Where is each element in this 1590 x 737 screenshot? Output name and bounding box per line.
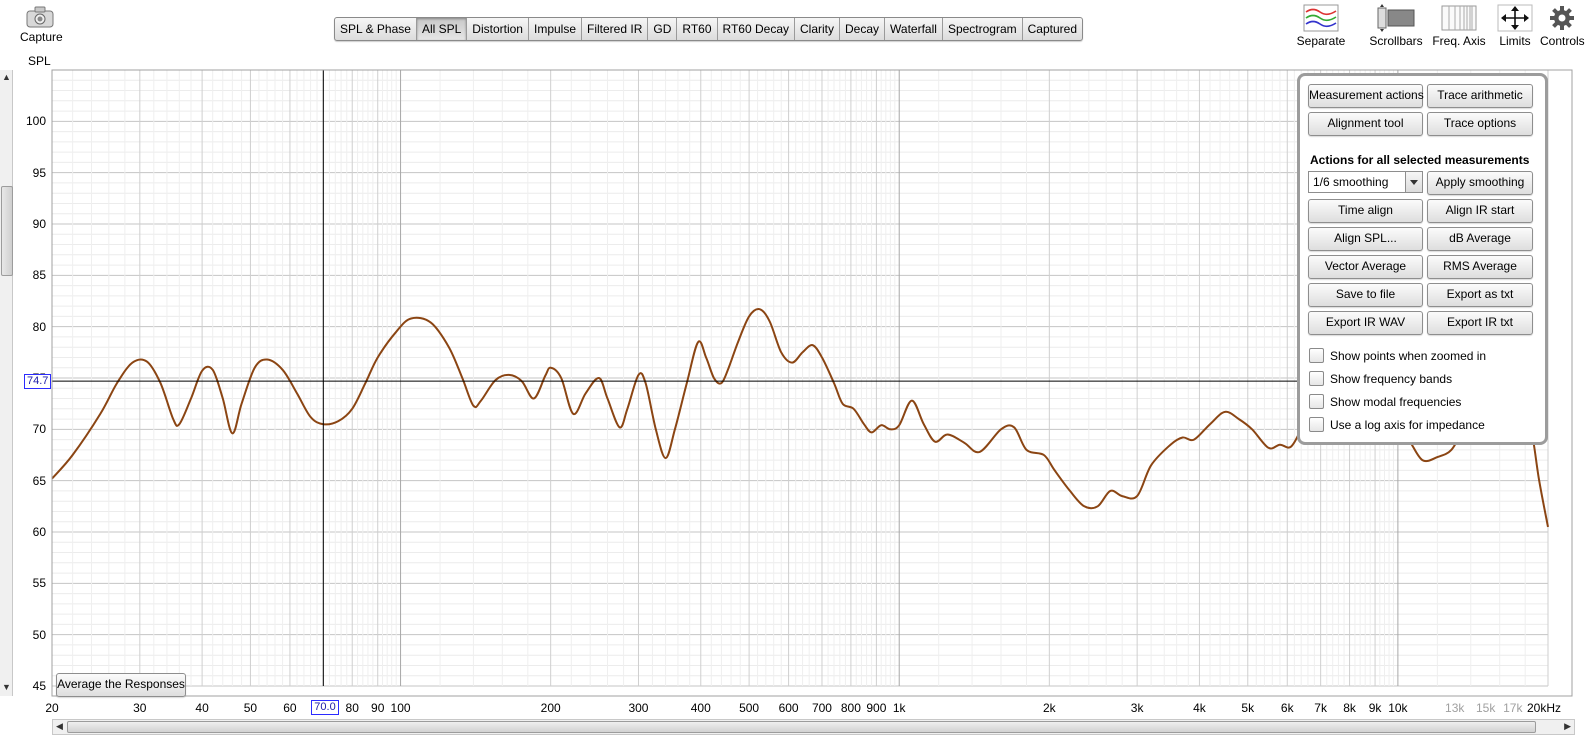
horizontal-scroll-thumb[interactable] (67, 721, 1536, 733)
time-align-button[interactable]: Time align (1308, 199, 1423, 223)
x-tick-label: 4k (1193, 701, 1206, 715)
y-tick-label: 80 (32, 319, 46, 334)
save-to-file-button[interactable]: Save to file (1308, 283, 1423, 307)
x-tick-label: 20 (45, 701, 59, 715)
x-tick-label: 400 (690, 701, 711, 715)
show-modal-frequencies-label: Show modal frequencies (1330, 395, 1462, 409)
show-frequency-bands-checkbox[interactable] (1309, 371, 1324, 386)
show-frequency-bands-label: Show frequency bands (1330, 372, 1453, 386)
log-axis-impedance-checkbox[interactable] (1309, 417, 1324, 432)
x-tick-label: 20kHz (1526, 701, 1562, 715)
horizontal-scrollbar[interactable]: ◀ ▶ (52, 719, 1575, 735)
show-modal-frequencies-checkbox[interactable] (1309, 394, 1324, 409)
y-tick-label: 55 (32, 576, 46, 591)
x-tick-label: 8k (1343, 701, 1356, 715)
x-tick-label: 1k (892, 701, 906, 715)
x-tick-label: 80 (345, 701, 359, 715)
x-tick-label: 3k (1130, 701, 1144, 715)
x-tick-label: 300 (628, 701, 649, 715)
x-tick-label: 6k (1280, 701, 1294, 715)
y-tick-label: 60 (32, 525, 46, 539)
selected-actions-title: Actions for all selected measurements (1310, 153, 1530, 167)
y-tick-label: 90 (32, 217, 46, 231)
x-tick-label: 60 (283, 701, 297, 715)
y-tick-label: 45 (32, 679, 46, 693)
x-tick-label: 9k (1368, 701, 1382, 715)
show-points-checkbox[interactable] (1309, 348, 1324, 363)
x-tick-label: 200 (540, 701, 561, 715)
measurement-actions-button[interactable]: Measurement actions (1308, 84, 1424, 108)
x-tick-label: 700 (811, 701, 832, 715)
export-as-txt-button[interactable]: Export as txt (1427, 283, 1533, 307)
x-tick-label: 10k (1388, 701, 1408, 715)
cursor-y-readout: 74.7 (24, 374, 52, 390)
x-tick-label: 5k (1241, 701, 1255, 715)
smoothing-select[interactable]: 1/6 smoothing (1308, 171, 1423, 193)
y-tick-label: 50 (32, 627, 46, 642)
x-tick-label: 17k (1503, 701, 1523, 715)
x-tick-label: 15k (1476, 701, 1496, 715)
align-ir-start-button[interactable]: Align IR start (1427, 199, 1533, 223)
x-tick-label: 600 (778, 701, 799, 715)
y-tick-label: 95 (32, 165, 46, 180)
alignment-tool-button[interactable]: Alignment tool (1308, 112, 1423, 136)
scroll-right-icon[interactable]: ▶ (1564, 721, 1571, 732)
align-spl-button[interactable]: Align SPL... (1308, 227, 1423, 251)
vector-average-button[interactable]: Vector Average (1308, 255, 1423, 279)
x-tick-label: 800 (840, 701, 861, 715)
x-tick-label: 2k (1042, 701, 1056, 715)
scroll-left-icon[interactable]: ◀ (56, 721, 63, 732)
x-tick-label: 100 (390, 701, 411, 715)
x-tick-label: 7k (1314, 701, 1327, 715)
x-tick-label: 13k (1445, 701, 1465, 715)
y-tick-label: 70 (32, 422, 46, 437)
smoothing-value: 1/6 smoothing (1313, 175, 1389, 189)
trace-arithmetic-button[interactable]: Trace arithmetic (1427, 84, 1533, 108)
x-tick-label: 90 (371, 701, 385, 715)
log-axis-impedance-label: Use a log axis for impedance (1330, 418, 1485, 432)
export-ir-txt-button[interactable]: Export IR txt (1427, 311, 1533, 335)
x-tick-label: 40 (195, 701, 209, 715)
x-tick-label: 900 (866, 701, 887, 715)
measurement-actions-panel: Measurement actions Trace arithmetic Ali… (1297, 73, 1548, 445)
apply-smoothing-button[interactable]: Apply smoothing (1427, 171, 1533, 195)
average-responses-button[interactable]: Average the Responses (56, 673, 186, 697)
trace-options-button[interactable]: Trace options (1427, 112, 1533, 136)
cursor-x-readout: 70.0 (311, 700, 339, 715)
show-points-label: Show points when zoomed in (1330, 349, 1487, 363)
x-tick-label: 50 (243, 701, 258, 715)
x-tick-label: 30 (133, 701, 147, 715)
export-ir-wav-button[interactable]: Export IR WAV (1308, 311, 1423, 335)
db-average-button[interactable]: dB Average (1427, 227, 1533, 251)
y-tick-label: 85 (32, 268, 46, 283)
x-tick-label: 500 (739, 701, 760, 715)
rms-average-button[interactable]: RMS Average (1427, 255, 1533, 279)
y-tick-label: 100 (25, 114, 46, 129)
y-tick-label: 65 (32, 473, 46, 488)
chevron-down-icon[interactable] (1405, 172, 1422, 192)
